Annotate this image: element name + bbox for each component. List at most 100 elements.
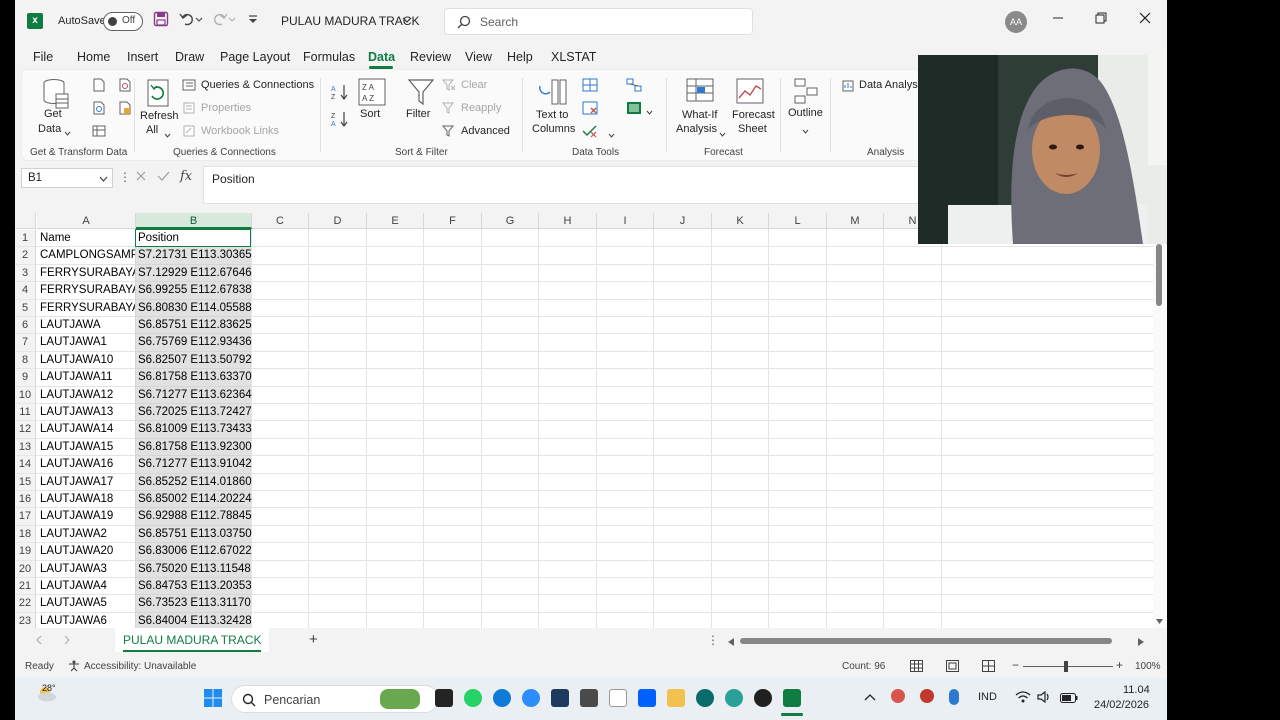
text-to-columns-label-2[interactable]: Columns xyxy=(532,123,575,135)
zoom-in-button[interactable]: + xyxy=(1116,658,1123,672)
store-icon[interactable] xyxy=(551,689,569,707)
name-box[interactable]: B1 xyxy=(21,168,113,188)
title-chevron-down-icon[interactable] xyxy=(402,14,412,28)
file-explorer-icon[interactable] xyxy=(667,689,685,707)
from-table-icon[interactable] xyxy=(92,101,106,118)
page-layout-view-icon[interactable] xyxy=(946,660,959,675)
row-header[interactable]: 10 xyxy=(15,386,36,404)
undo-icon[interactable] xyxy=(178,11,204,31)
cell-name[interactable]: LAUTJAWA6 xyxy=(38,613,135,628)
refresh-label-2[interactable]: All xyxy=(146,124,158,136)
cell-position[interactable]: S6.82507 E113.50792 xyxy=(136,352,252,369)
tray-app-icon[interactable] xyxy=(891,689,905,703)
microphone-icon[interactable] xyxy=(949,689,959,705)
data-analysis-button[interactable]: Data Analysis xyxy=(859,79,926,91)
outline-button[interactable]: Outline xyxy=(788,107,823,119)
add-sheet-button[interactable]: + xyxy=(309,631,318,648)
cell-name[interactable]: LAUTJAWA10 xyxy=(38,352,135,369)
clear-button[interactable]: Clear xyxy=(461,79,487,91)
battery-icon[interactable] xyxy=(1060,692,1078,706)
tab-split-handle-icon[interactable]: ⋮ xyxy=(707,633,719,647)
insert-function-button[interactable]: fx xyxy=(180,169,192,184)
weather-temp[interactable]: 28° xyxy=(42,683,56,693)
forecast-label-1[interactable]: Forecast xyxy=(732,109,775,121)
minimize-icon[interactable] xyxy=(1048,10,1068,30)
zoom-level[interactable]: 100% xyxy=(1135,661,1161,672)
column-header-e[interactable]: E xyxy=(367,213,424,229)
cell-name[interactable]: LAUTJAWA11 xyxy=(38,369,135,386)
select-all-corner[interactable] xyxy=(15,213,36,229)
more-options-icon[interactable]: ⋮ xyxy=(119,170,131,184)
cell-name[interactable]: LAUTJAWA16 xyxy=(38,456,135,473)
scroll-down-icon[interactable] xyxy=(1155,614,1164,628)
autosave-toggle[interactable]: Off xyxy=(103,12,143,31)
chrome-like-icon[interactable] xyxy=(725,689,743,707)
from-text-icon[interactable] xyxy=(92,78,106,95)
row-header[interactable]: 22 xyxy=(15,595,36,613)
show-hidden-icons-icon[interactable] xyxy=(864,691,876,705)
row-header[interactable]: 1 xyxy=(15,230,36,248)
advanced-filter-icon[interactable] xyxy=(441,125,456,140)
tab-home[interactable]: Home xyxy=(77,50,110,64)
volume-icon[interactable] xyxy=(1037,690,1051,707)
text-to-columns-label-1[interactable]: Text to xyxy=(536,109,568,121)
cell-position[interactable]: S7.12929 E112.67646 xyxy=(136,265,252,282)
row-header[interactable]: 21 xyxy=(15,578,36,596)
dropbox-icon[interactable] xyxy=(638,689,656,707)
queries-connections-button[interactable]: Queries & Connections xyxy=(201,79,314,91)
excel-taskbar-icon[interactable] xyxy=(783,689,801,707)
what-if-label-2[interactable]: Analysis xyxy=(676,123,717,135)
refresh-chevron-down-icon[interactable] xyxy=(164,128,171,142)
row-header[interactable]: 23 xyxy=(15,612,36,628)
cell-position[interactable]: S6.81009 E113.73433 xyxy=(136,421,252,438)
row-header[interactable]: 9 xyxy=(15,369,36,387)
language-indicator[interactable]: IND xyxy=(978,691,997,703)
zoom-out-button[interactable]: − xyxy=(1012,658,1019,672)
tab-help[interactable]: Help xyxy=(507,50,533,64)
scroll-left-icon[interactable] xyxy=(727,636,735,650)
normal-view-icon[interactable] xyxy=(910,660,923,675)
cell-position[interactable]: S6.81758 E113.63370 xyxy=(136,369,252,386)
sort-button[interactable]: Sort xyxy=(360,108,380,120)
advanced-button[interactable]: Advanced xyxy=(461,125,510,137)
column-header-f[interactable]: F xyxy=(424,213,482,229)
cell-name[interactable]: LAUTJAWA18 xyxy=(38,491,135,508)
column-header-i[interactable]: I xyxy=(597,213,654,229)
cell-position[interactable]: S6.85002 E114.20224 xyxy=(136,491,252,508)
row-header[interactable]: 12 xyxy=(15,421,36,439)
cell-position[interactable]: S6.85751 E112.83625 xyxy=(136,317,252,334)
windows-start-icon[interactable] xyxy=(204,689,222,710)
cell-position[interactable]: S6.71277 E113.91042 xyxy=(136,456,252,473)
remove-duplicates-icon[interactable] xyxy=(582,101,598,118)
queries-connections-icon[interactable] xyxy=(182,79,196,94)
cell-position[interactable]: S6.75769 E112.93436 xyxy=(136,334,252,351)
cell-position[interactable]: S6.73523 E113.31170 xyxy=(136,595,252,612)
row-header[interactable]: 18 xyxy=(15,525,36,544)
get-data-label-2[interactable]: Data xyxy=(38,123,61,135)
cell-name[interactable]: FERRYSURABAYA- xyxy=(38,282,135,299)
what-if-analysis-icon[interactable] xyxy=(686,78,714,109)
cell-position[interactable]: Position xyxy=(136,230,252,247)
cell-position[interactable]: S6.85252 E114.01860 xyxy=(136,474,252,491)
filter-icon[interactable] xyxy=(407,78,435,109)
cell-position[interactable]: S6.81758 E113.92300 xyxy=(136,439,252,456)
next-sheet-icon[interactable] xyxy=(63,634,71,648)
cell-position[interactable]: S6.83006 E112.67022 xyxy=(136,543,252,560)
worksheet-grid[interactable]: ABCDEFGHIJKLMN 1 Name Position 2 CAMPLONGSAM… xyxy=(15,213,1167,628)
workbook-links-button[interactable]: Workbook Links xyxy=(201,125,279,137)
tab-review[interactable]: Review xyxy=(410,50,451,64)
cell-position[interactable]: S6.75020 E113.11548 xyxy=(136,561,252,578)
filter-button[interactable]: Filter xyxy=(406,108,430,120)
scroll-right-icon[interactable] xyxy=(1137,636,1145,650)
row-header[interactable]: 3 xyxy=(15,264,36,283)
tab-insert[interactable]: Insert xyxy=(127,50,158,64)
cell-name[interactable]: LAUTJAWA1 xyxy=(38,334,135,351)
cell-name[interactable]: LAUTJAWA5 xyxy=(38,595,135,612)
row-header[interactable]: 7 xyxy=(15,334,36,352)
column-header-d[interactable]: D xyxy=(309,213,367,229)
edge-icon[interactable] xyxy=(493,689,511,707)
sort-icon[interactable]: Z A A Z xyxy=(358,78,386,109)
row-header[interactable]: 8 xyxy=(15,351,36,370)
cell-position[interactable]: S6.72025 E113.72427 xyxy=(136,404,252,421)
column-header-m[interactable]: M xyxy=(827,213,884,229)
